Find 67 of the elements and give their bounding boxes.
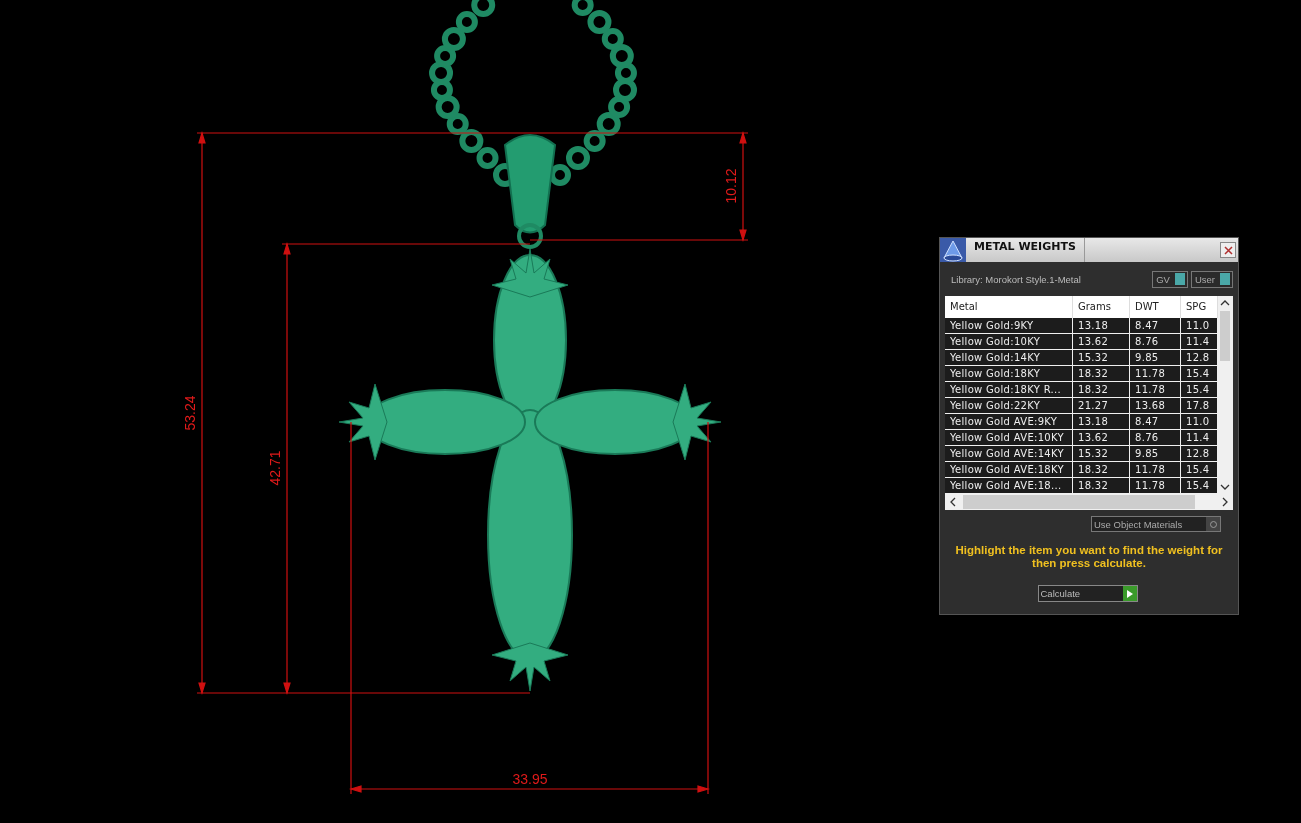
table-cell: 15.32 — [1073, 446, 1130, 462]
table-cell: 13.18 — [1073, 318, 1130, 334]
table-cell: 13.18 — [1073, 414, 1130, 430]
table-cell: 15.4 — [1181, 366, 1218, 382]
column-header[interactable]: SPG — [1181, 296, 1218, 318]
table-cell: 11.4 — [1181, 430, 1218, 446]
column-header[interactable]: DWT — [1130, 296, 1181, 318]
table-cell: Yellow Gold AVE:18KY — [945, 462, 1073, 478]
toggle-label: User — [1194, 273, 1215, 285]
table-cell: 9.85 — [1130, 350, 1181, 366]
table-cell: 8.76 — [1130, 430, 1181, 446]
toggle-switch[interactable]: User — [1190, 270, 1233, 288]
table-cell: Yellow Gold:18KY — [945, 366, 1073, 382]
table-cell: Yellow Gold AVE:10KY — [945, 430, 1073, 446]
table-cell: 18.32 — [1073, 462, 1130, 478]
instruction-text: Highlight the item you want to find the weight for then press calculate. — [955, 544, 1223, 570]
table-cell: Yellow Gold AVE:14KY — [945, 446, 1073, 462]
table-cell: 13.68 — [1130, 398, 1181, 414]
cone-icon — [940, 238, 966, 262]
dimension-label: 53.24 — [182, 395, 198, 431]
table-cell: 15.4 — [1181, 382, 1218, 398]
column-header[interactable]: Metal — [945, 296, 1073, 318]
close-icon — [1223, 245, 1233, 255]
table-cell: 18.32 — [1073, 478, 1130, 494]
table-cell: 11.0 — [1181, 414, 1218, 430]
toggle-label: GV — [1156, 273, 1170, 285]
dimension-label: 33.95 — [512, 771, 548, 787]
toggle-switch[interactable]: GV — [1152, 270, 1188, 288]
scroll-thumb[interactable] — [1220, 311, 1230, 361]
table-cell: 13.62 — [1073, 334, 1130, 350]
table-cell: 11.78 — [1130, 366, 1181, 382]
table-cell: Yellow Gold:18KY R... — [945, 382, 1073, 398]
window-title: METAL WEIGHTS — [973, 239, 1077, 253]
table-cell: 11.0 — [1181, 318, 1218, 334]
table-cell: 8.76 — [1130, 334, 1181, 350]
table-cell: 11.78 — [1130, 478, 1181, 494]
table-cell: Yellow Gold:22KY — [945, 398, 1073, 414]
table-cell: 12.8 — [1181, 350, 1218, 366]
table-cell: 15.4 — [1181, 478, 1218, 494]
scroll-thumb[interactable] — [963, 495, 1195, 509]
table-cell: 17.8 — [1181, 398, 1218, 414]
table-cell: 9.85 — [1130, 446, 1181, 462]
table-cell: 15.32 — [1073, 350, 1130, 366]
table-cell: 13.62 — [1073, 430, 1130, 446]
column-header[interactable]: Grams — [1073, 296, 1130, 318]
table-cell: Yellow Gold AVE:18... — [945, 478, 1073, 494]
table-cell: 18.32 — [1073, 382, 1130, 398]
play-icon — [1125, 588, 1134, 599]
use-object-materials-checkbox[interactable]: Use Object Materials — [1091, 516, 1221, 532]
table-cell: Yellow Gold:10KY — [945, 334, 1073, 350]
table-cell: 12.8 — [1181, 446, 1218, 462]
table-cell: Yellow Gold:9KY — [945, 318, 1073, 334]
table-cell: 21.27 — [1073, 398, 1130, 414]
table-cell: 18.32 — [1073, 366, 1130, 382]
table-cell: 11.4 — [1181, 334, 1218, 350]
close-button[interactable] — [1220, 242, 1236, 258]
table-cell: 11.78 — [1130, 382, 1181, 398]
table-cell: 8.47 — [1130, 414, 1181, 430]
table-cell: 15.4 — [1181, 462, 1218, 478]
dimension-label: 42.71 — [267, 450, 283, 486]
table-cell: 11.78 — [1130, 462, 1181, 478]
table-cell: Yellow Gold:14KY — [945, 350, 1073, 366]
dimension-label: 10.12 — [723, 168, 739, 204]
library-label: Library: Morokort Style.1-Metal — [950, 273, 1082, 285]
table-cell: 8.47 — [1130, 318, 1181, 334]
calculate-button[interactable]: Calculate — [1037, 585, 1138, 602]
table-cell: Yellow Gold AVE:9KY — [945, 414, 1073, 430]
